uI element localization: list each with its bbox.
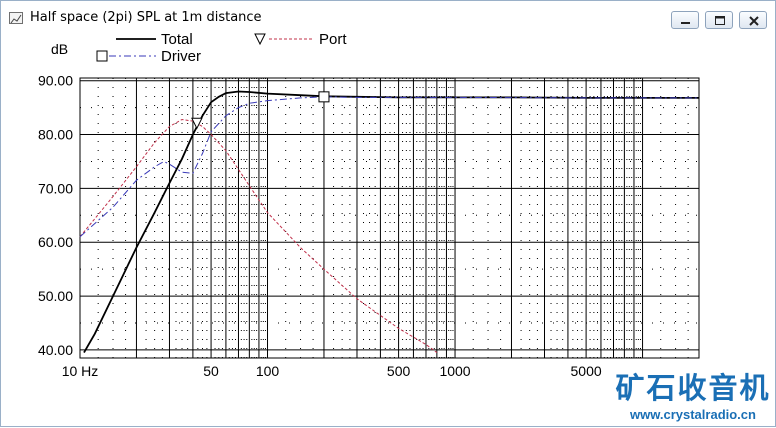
legend-marker-driver xyxy=(96,50,108,62)
watermark-url: www.crystalradio.cn xyxy=(630,407,756,422)
y-tick-label: 80.00 xyxy=(38,127,73,143)
chart-window: Half space (2pi) SPL at 1m distance 40.0… xyxy=(0,0,776,427)
x-tick-label: 100 xyxy=(256,363,280,379)
legend-marker-port xyxy=(254,33,266,46)
plot-frame xyxy=(79,77,700,359)
x-tick-label: 50 xyxy=(203,363,219,379)
x-tick-label: 5000 xyxy=(571,363,602,379)
x-tick-label: 1000 xyxy=(439,363,470,379)
x-tick-label: 10 Hz xyxy=(62,363,99,379)
spl-chart: 40.00 50.00 60.00 70.00 80.00 90.00 10 Hz 50 100… xyxy=(38,31,700,379)
watermark: 矿石收音机 www.crystalradio.cn xyxy=(609,365,776,428)
y-tick-label: 90.00 xyxy=(38,73,73,89)
legend-label-total: Total xyxy=(161,31,193,48)
legend-label-port: Port xyxy=(319,31,347,48)
watermark-title: 矿石收音机 xyxy=(615,371,771,405)
y-tick-label: 40.00 xyxy=(38,342,73,358)
series-marker-driver xyxy=(318,91,330,103)
legend-label-driver: Driver xyxy=(161,48,201,65)
y-axis-label: dB xyxy=(51,41,68,57)
x-tick-label: 500 xyxy=(387,363,411,379)
y-tick-label: 60.00 xyxy=(38,234,73,250)
y-tick-label: 70.00 xyxy=(38,180,73,196)
y-tick-label: 50.00 xyxy=(38,288,73,304)
